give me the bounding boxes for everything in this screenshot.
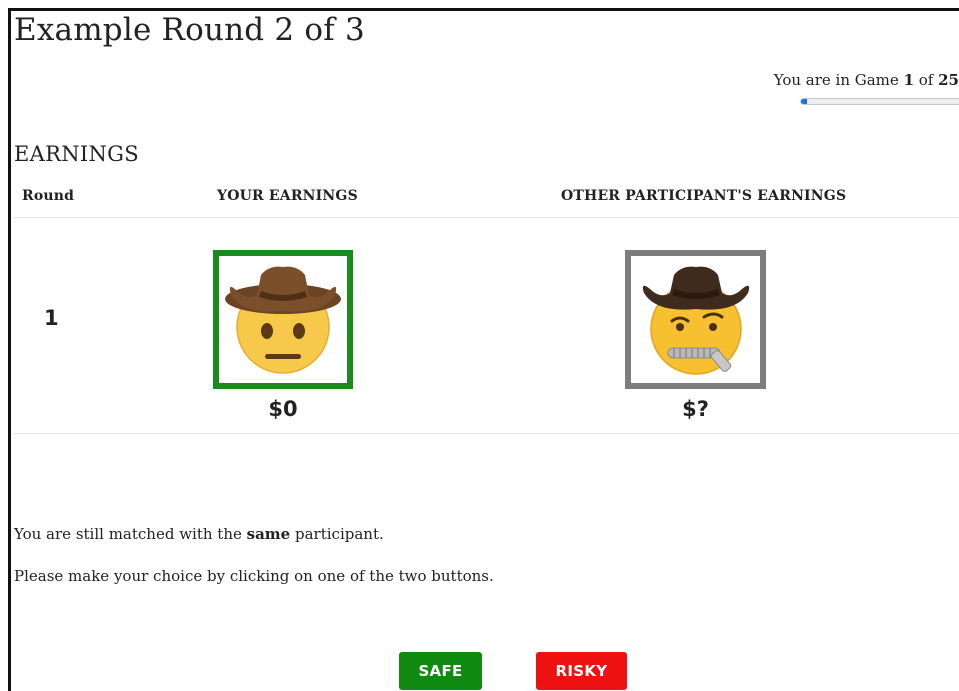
risky-button[interactable]: RISKY xyxy=(536,652,627,690)
other-earnings-amount: $? xyxy=(682,397,709,421)
instruction-message: Please make your choice by clicking on o… xyxy=(14,567,494,585)
cowboy-neutral-face-icon xyxy=(225,266,341,374)
table-header-divider xyxy=(14,217,959,218)
safe-button[interactable]: SAFE xyxy=(399,652,482,690)
matched-prefix: You are still matched with the xyxy=(14,525,247,543)
table-row-divider xyxy=(14,433,959,434)
progress-total-games: 25 xyxy=(938,71,959,89)
your-emoji-box xyxy=(213,250,353,389)
progress-middle: of xyxy=(914,71,939,89)
cowboy-zipper-mouth-face-icon xyxy=(642,266,749,375)
round-number: 1 xyxy=(44,306,59,330)
page-frame xyxy=(8,8,959,691)
progress-prefix: You are in Game xyxy=(773,71,904,89)
game-progress-bar xyxy=(800,98,959,105)
other-emoji-box xyxy=(625,250,766,389)
your-earnings-amount: $0 xyxy=(268,397,298,421)
game-progress-fill xyxy=(801,99,808,104)
game-progress-text: You are in Game 1 of 25 xyxy=(774,71,959,89)
matched-suffix: participant. xyxy=(290,525,384,543)
matched-participant-message: You are still matched with the same part… xyxy=(14,525,384,543)
page-title: Example Round 2 of 3 xyxy=(14,12,365,48)
column-header-your-earnings: YOUR EARNINGS xyxy=(217,188,358,204)
earnings-heading: EARNINGS xyxy=(14,142,139,166)
matched-emphasis: same xyxy=(246,525,291,543)
progress-current-game: 1 xyxy=(903,71,914,89)
column-header-other-earnings: OTHER PARTICIPANT'S EARNINGS xyxy=(561,188,847,204)
column-header-round: Round xyxy=(22,188,75,204)
